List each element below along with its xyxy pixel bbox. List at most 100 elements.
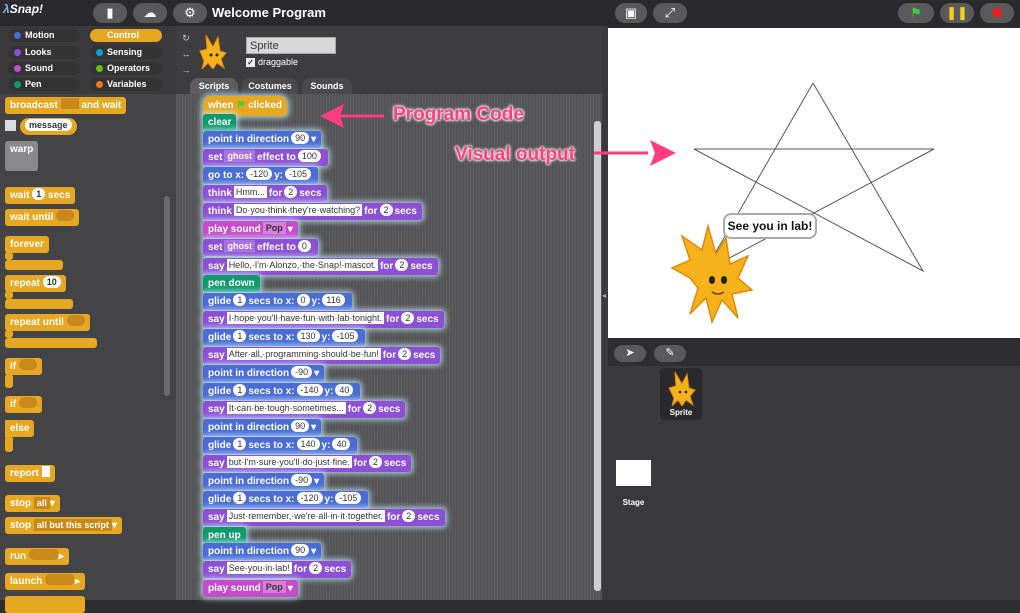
script-set-effect[interactable]: set ghost effect to 0 <box>203 239 318 256</box>
message-checkbox[interactable] <box>5 120 16 131</box>
stage-thumbnail[interactable] <box>616 460 651 486</box>
palette-repeat[interactable]: repeat 10 <box>5 275 66 292</box>
stage-size-icon: ▣ <box>624 5 638 20</box>
sprite-thumbnail-label: Sprite <box>669 408 693 417</box>
rotation-style-flip[interactable]: ↔ <box>180 48 192 60</box>
pause-button[interactable]: ❚❚ <box>940 3 974 23</box>
forever-bottom <box>5 260 63 270</box>
script-point-direction[interactable]: point in direction -90 ▾ <box>203 473 325 490</box>
script-go-to-xy[interactable]: go to x: -120 y: -105 <box>203 167 319 184</box>
script-scrollbar[interactable] <box>594 121 601 591</box>
repeat-brace <box>5 291 13 299</box>
palette-broadcast-and-wait[interactable]: broadcast and wait <box>5 97 127 114</box>
paint-new-sprite-button[interactable]: ✎ <box>654 345 686 362</box>
palette-warp[interactable]: warp <box>5 141 39 171</box>
stage-thumbnail-label: Stage <box>622 498 645 507</box>
palette-wait-secs[interactable]: wait 1 secs <box>5 187 76 204</box>
script-point-direction[interactable]: point in direction 90 ▾ <box>203 419 322 436</box>
script-pen-down[interactable]: pen down <box>203 275 260 292</box>
script-set-effect[interactable]: set ghost effect to 100 <box>203 149 328 166</box>
category-motion[interactable]: Motion <box>8 29 80 42</box>
sprite-thumbnail[interactable]: Sprite <box>660 368 702 420</box>
palette-stop-all[interactable]: stop all ▾ <box>5 495 60 512</box>
tab-scripts[interactable]: Scripts <box>190 78 238 94</box>
presentation-mode-button[interactable]: ⤢ <box>653 3 687 23</box>
stage-size-button[interactable]: ▣ <box>615 3 647 23</box>
palette-forever[interactable]: forever <box>5 236 49 253</box>
script-say-for-secs[interactable]: say Hello,·I'm·Alonzo,·the·Snap!·mascot. f… <box>203 258 438 275</box>
stage[interactable] <box>608 28 1020 338</box>
script-say-for-secs[interactable]: say After·all,·programming·should·be·fun!… <box>203 347 441 364</box>
speech-bubble: See you in lab! <box>723 213 817 239</box>
script-think-for-secs[interactable]: think Do·you·think·they're·watching? for 2 s… <box>203 203 422 220</box>
script-point-direction[interactable]: point in direction 90 ▾ <box>203 131 322 148</box>
project-title: Welcome Program <box>212 5 326 20</box>
script-say-for-secs[interactable]: say Just·remember,·we're·all·in·it·togeth… <box>203 509 445 526</box>
palette-stop-others[interactable]: stop all but this script ▾ <box>5 517 122 534</box>
category-looks[interactable]: Looks <box>8 46 80 59</box>
annotation-visual-output: Visual output <box>455 144 575 165</box>
new-turtle-sprite-button[interactable]: ➤ <box>614 345 646 362</box>
category-sound[interactable]: Sound <box>8 62 80 75</box>
palette-repeat-until[interactable]: repeat until <box>5 314 90 331</box>
green-flag-icon: ⚑ <box>910 5 922 20</box>
script-think-for-secs[interactable]: think Hmm... for 2 secs <box>203 185 327 202</box>
stop-button[interactable]: ⬣ <box>980 3 1014 23</box>
script-glide[interactable]: glide 1 secs to x: 0 y: 116 <box>203 293 352 310</box>
corral-toolbar: ➤ ✎ <box>608 342 1020 366</box>
palette-report[interactable]: report <box>5 465 55 482</box>
palette-if-else[interactable]: if <box>5 396 42 413</box>
tab-costumes[interactable]: Costumes <box>242 78 298 94</box>
tab-sounds[interactable]: Sounds <box>302 78 352 94</box>
hat-when-flag-clicked[interactable]: when ⚑ clicked <box>203 96 288 116</box>
repeat-bottom <box>5 299 73 309</box>
palette-else: else <box>5 420 35 437</box>
palette-wait-until[interactable]: wait until <box>5 209 80 226</box>
palette-message-reporter[interactable]: message <box>20 118 77 135</box>
block-palette: Motion Control Looks Sensing Sound Opera… <box>0 26 176 613</box>
script-glide[interactable]: glide 1 secs to x: 140 y: 40 <box>203 437 358 454</box>
script-glide[interactable]: glide 1 secs to x: -120 y: -105 <box>203 491 369 508</box>
script-say-for-secs[interactable]: say I·hope·you'll·have·fun·with·lab·tonig… <box>203 311 444 328</box>
repeat-until-brace <box>5 330 13 338</box>
if-brace <box>5 374 13 388</box>
category-variables[interactable]: Variables <box>90 78 162 91</box>
rotation-style-rotate[interactable]: ↻ <box>180 32 192 44</box>
palette-run[interactable]: run ▸ <box>5 548 69 565</box>
script-clear[interactable]: clear <box>203 114 237 131</box>
sprite-name-field[interactable]: Sprite <box>246 37 336 54</box>
script-say-for-secs[interactable]: say See·you·in·lab! for 2 secs <box>203 561 352 578</box>
palette-scrollbar[interactable] <box>164 196 170 396</box>
snap-logo[interactable]: λSnap! <box>3 2 43 22</box>
script-glide[interactable]: glide 1 secs to x: 130 y: -105 <box>203 329 366 346</box>
category-control[interactable]: Control <box>90 29 162 42</box>
script-say-for-secs[interactable]: say It·can·be·tough·sometimes... for 2 secs <box>203 401 406 418</box>
drawn-star <box>693 82 935 273</box>
palette-call[interactable] <box>5 596 85 613</box>
file-menu-button[interactable]: ▮ <box>93 3 127 23</box>
category-operators[interactable]: Operators <box>90 62 162 75</box>
palette-launch[interactable]: launch ▸ <box>5 573 86 590</box>
script-point-direction[interactable]: point in direction -90 ▾ <box>203 365 325 382</box>
paintbrush-icon: ✎ <box>665 347 675 359</box>
script-point-direction[interactable]: point in direction 90 ▾ <box>203 543 322 560</box>
script-glide[interactable]: glide 1 secs to x: -140 y: 40 <box>203 383 361 400</box>
file-icon: ▮ <box>106 5 114 20</box>
script-say-for-secs[interactable]: say but·I'm·sure·you'll·do·just·fine. for 2… <box>203 455 412 472</box>
green-flag-button[interactable]: ⚑ <box>898 3 934 23</box>
sprite-header: ↻ ↔ → Sprite ✓ draggable Scripts Costumes… <box>176 26 606 94</box>
category-selector: Motion Control Looks Sensing Sound Opera… <box>0 26 176 94</box>
category-sensing[interactable]: Sensing <box>90 46 162 59</box>
alonzo-sprite <box>670 223 754 325</box>
category-pen[interactable]: Pen <box>8 78 80 91</box>
scripting-area[interactable]: ↻ ↔ → Sprite ✓ draggable Scripts Costumes… <box>176 26 606 600</box>
stage-drawing <box>670 82 935 325</box>
script-play-sound[interactable]: play sound Pop ▾ <box>203 580 298 597</box>
rotation-style-none[interactable]: → <box>180 64 192 76</box>
draggable-checkbox[interactable]: ✓ draggable <box>246 57 298 67</box>
script-play-sound[interactable]: play sound Pop ▾ <box>203 221 298 238</box>
cloud-menu-button[interactable]: ☁ <box>133 3 167 23</box>
palette-if[interactable]: if <box>5 358 42 375</box>
script-pen-up[interactable]: pen up <box>203 527 246 544</box>
settings-menu-button[interactable]: ⚙ <box>173 3 207 23</box>
